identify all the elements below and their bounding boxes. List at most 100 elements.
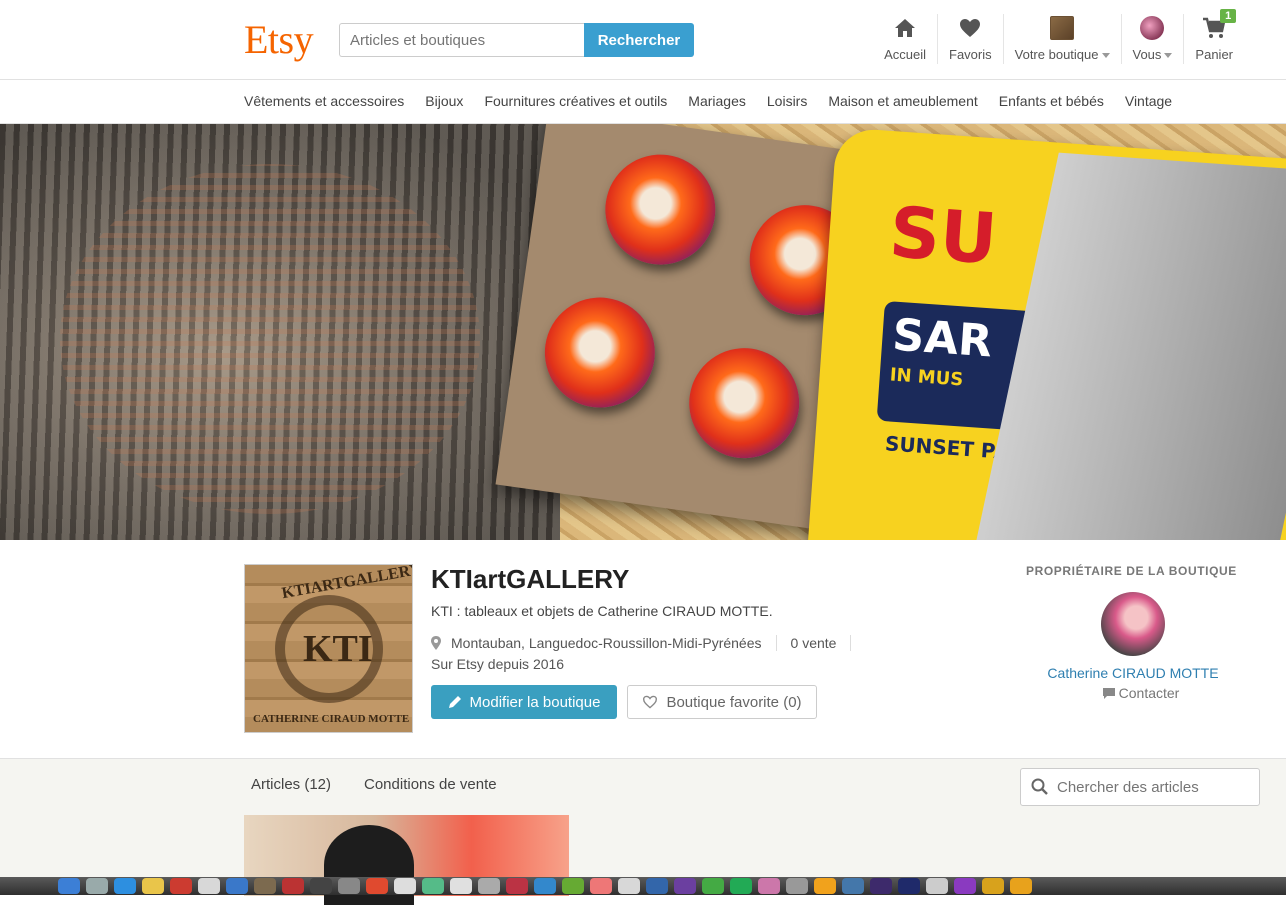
dock-app-icon[interactable] <box>786 878 808 894</box>
banner-tin-text: SU <box>886 191 1000 281</box>
category-weddings[interactable]: Mariages <box>688 93 746 109</box>
nav-home[interactable]: Accueil <box>873 14 939 64</box>
owner-heading: PROPRIÉTAIRE DE LA BOUTIQUE <box>1026 564 1237 578</box>
search-icon <box>1031 778 1048 795</box>
dock-app-icon[interactable] <box>646 878 668 894</box>
banner-pin <box>682 341 807 466</box>
contact-label: Contacter <box>1118 685 1180 701</box>
nav-home-label: Accueil <box>884 47 927 62</box>
tab-articles[interactable]: Articles (12) <box>251 776 331 793</box>
dock-app-icon[interactable] <box>954 878 976 894</box>
dock-app-icon[interactable] <box>450 878 472 894</box>
nav-you[interactable]: Vous <box>1122 14 1185 64</box>
edit-shop-button[interactable]: Modifier la boutique <box>431 685 617 719</box>
search-button[interactable]: Rechercher <box>584 23 694 57</box>
dock-app-icon[interactable] <box>142 878 164 894</box>
dock-app-icon[interactable] <box>1010 878 1032 894</box>
dock-app-icon[interactable] <box>982 878 1004 894</box>
item-search-box <box>1020 768 1260 806</box>
dock-app-icon[interactable] <box>198 878 220 894</box>
shop-info: KTIARTGALLERY KTI CATHERINE CIRAUD MOTTE… <box>0 540 1286 758</box>
contact-owner-link[interactable]: Contacter <box>1026 685 1256 701</box>
tab-conditions[interactable]: Conditions de vente <box>364 776 497 793</box>
banner-pin <box>537 290 662 415</box>
dock-app-icon[interactable] <box>758 878 780 894</box>
nav-you-label: Vous <box>1132 47 1162 62</box>
shop-icon <box>1050 16 1075 40</box>
chevron-down-icon <box>1164 53 1173 59</box>
dock-app-icon[interactable] <box>58 878 80 894</box>
shop-tabs-area: Articles (12) Conditions de vente <box>0 758 1286 905</box>
dock-app-icon[interactable] <box>366 878 388 894</box>
message-icon <box>1102 688 1115 699</box>
dock-app-icon[interactable] <box>170 878 192 894</box>
header-nav: Accueil Favoris Votre boutique Vous 1 Pa… <box>873 9 1244 70</box>
dock-app-icon[interactable] <box>618 878 640 894</box>
dock-app-icon[interactable] <box>282 878 304 894</box>
dock-app-icon[interactable] <box>562 878 584 894</box>
dock-app-icon[interactable] <box>674 878 696 894</box>
nav-favorites-label: Favoris <box>949 47 992 62</box>
category-vintage[interactable]: Vintage <box>1125 93 1172 109</box>
dock-app-icon[interactable] <box>590 878 612 894</box>
nav-your-shop-label: Votre boutique <box>1014 47 1099 62</box>
nav-cart-label: Panier <box>1195 47 1233 62</box>
category-home[interactable]: Maison et ameublement <box>828 93 977 109</box>
dock-app-icon[interactable] <box>478 878 500 894</box>
cart-icon: 1 <box>1202 9 1237 42</box>
banner-pin <box>598 147 723 272</box>
dock-app-icon[interactable] <box>814 878 836 894</box>
category-craft-supplies[interactable]: Fournitures créatives et outils <box>484 93 667 109</box>
pencil-icon <box>448 696 461 708</box>
dock-app-icon[interactable] <box>534 878 556 894</box>
search-input[interactable] <box>339 23 584 57</box>
dock-app-icon[interactable] <box>254 878 276 894</box>
dock-app-icon[interactable] <box>422 878 444 894</box>
heart-outline-icon <box>643 695 658 709</box>
dock-app-icon[interactable] <box>842 878 864 894</box>
heart-icon <box>959 14 981 42</box>
edit-shop-label: Modifier la boutique <box>469 693 601 711</box>
chevron-down-icon <box>1101 53 1110 59</box>
category-kids[interactable]: Enfants et bébés <box>999 93 1104 109</box>
owner-name-link[interactable]: Catherine CIRAUD MOTTE <box>1026 665 1240 681</box>
category-nav: Vêtements et accessoires Bijoux Fournitu… <box>0 80 1286 124</box>
dock-app-icon[interactable] <box>310 878 332 894</box>
dock-app-icon[interactable] <box>506 878 528 894</box>
owner-avatar[interactable] <box>1101 592 1165 656</box>
search-bar: Rechercher <box>339 23 694 57</box>
shop-banner: SU SAR IN MUS SUNSET PAC <box>0 124 1286 540</box>
shop-location: Montauban, Languedoc-Roussillon-Midi-Pyr… <box>451 635 762 651</box>
shop-logo-monogram: KTI <box>303 628 373 670</box>
home-icon <box>894 14 916 42</box>
category-jewelry[interactable]: Bijoux <box>425 93 463 109</box>
dock-app-icon[interactable] <box>86 878 108 894</box>
item-search-input[interactable] <box>1057 778 1247 796</box>
dock-app-icon[interactable] <box>226 878 248 894</box>
favorite-shop-button[interactable]: Boutique favorite (0) <box>627 685 817 719</box>
shop-logo-bottom-text: CATHERINE CIRAUD MOTTE <box>253 713 410 725</box>
dock-app-icon[interactable] <box>926 878 948 894</box>
shop-title: KTI : tableaux et objets de Catherine CI… <box>431 603 773 619</box>
dock-app-icon[interactable] <box>898 878 920 894</box>
dock-app-icon[interactable] <box>730 878 752 894</box>
shop-name: KTIartGALLERY <box>431 564 630 594</box>
category-clothing[interactable]: Vêtements et accessoires <box>244 93 404 109</box>
dock-app-icon[interactable] <box>114 878 136 894</box>
dock-app-icon[interactable] <box>870 878 892 894</box>
shop-meta: Montauban, Languedoc-Roussillon-Midi-Pyr… <box>431 635 865 651</box>
favorite-shop-label: Boutique favorite (0) <box>666 693 802 711</box>
category-hobbies[interactable]: Loisirs <box>767 93 807 109</box>
nav-your-shop[interactable]: Votre boutique <box>1004 14 1122 64</box>
etsy-logo[interactable]: Etsy <box>244 18 314 62</box>
dock-app-icon[interactable] <box>394 878 416 894</box>
dock-app-icon[interactable] <box>702 878 724 894</box>
dock-app-icon[interactable] <box>338 878 360 894</box>
banner-sardine-tin: SU SAR IN MUS SUNSET PAC <box>804 127 1286 540</box>
cart-count-badge: 1 <box>1220 9 1237 23</box>
header: Etsy Rechercher Accueil Favoris Votre bo… <box>0 0 1286 80</box>
nav-cart[interactable]: 1 Panier <box>1184 9 1244 64</box>
banner-painting-left <box>0 124 560 540</box>
nav-favorites[interactable]: Favoris <box>938 14 1004 64</box>
shop-sales-count: 0 vente <box>790 635 837 651</box>
